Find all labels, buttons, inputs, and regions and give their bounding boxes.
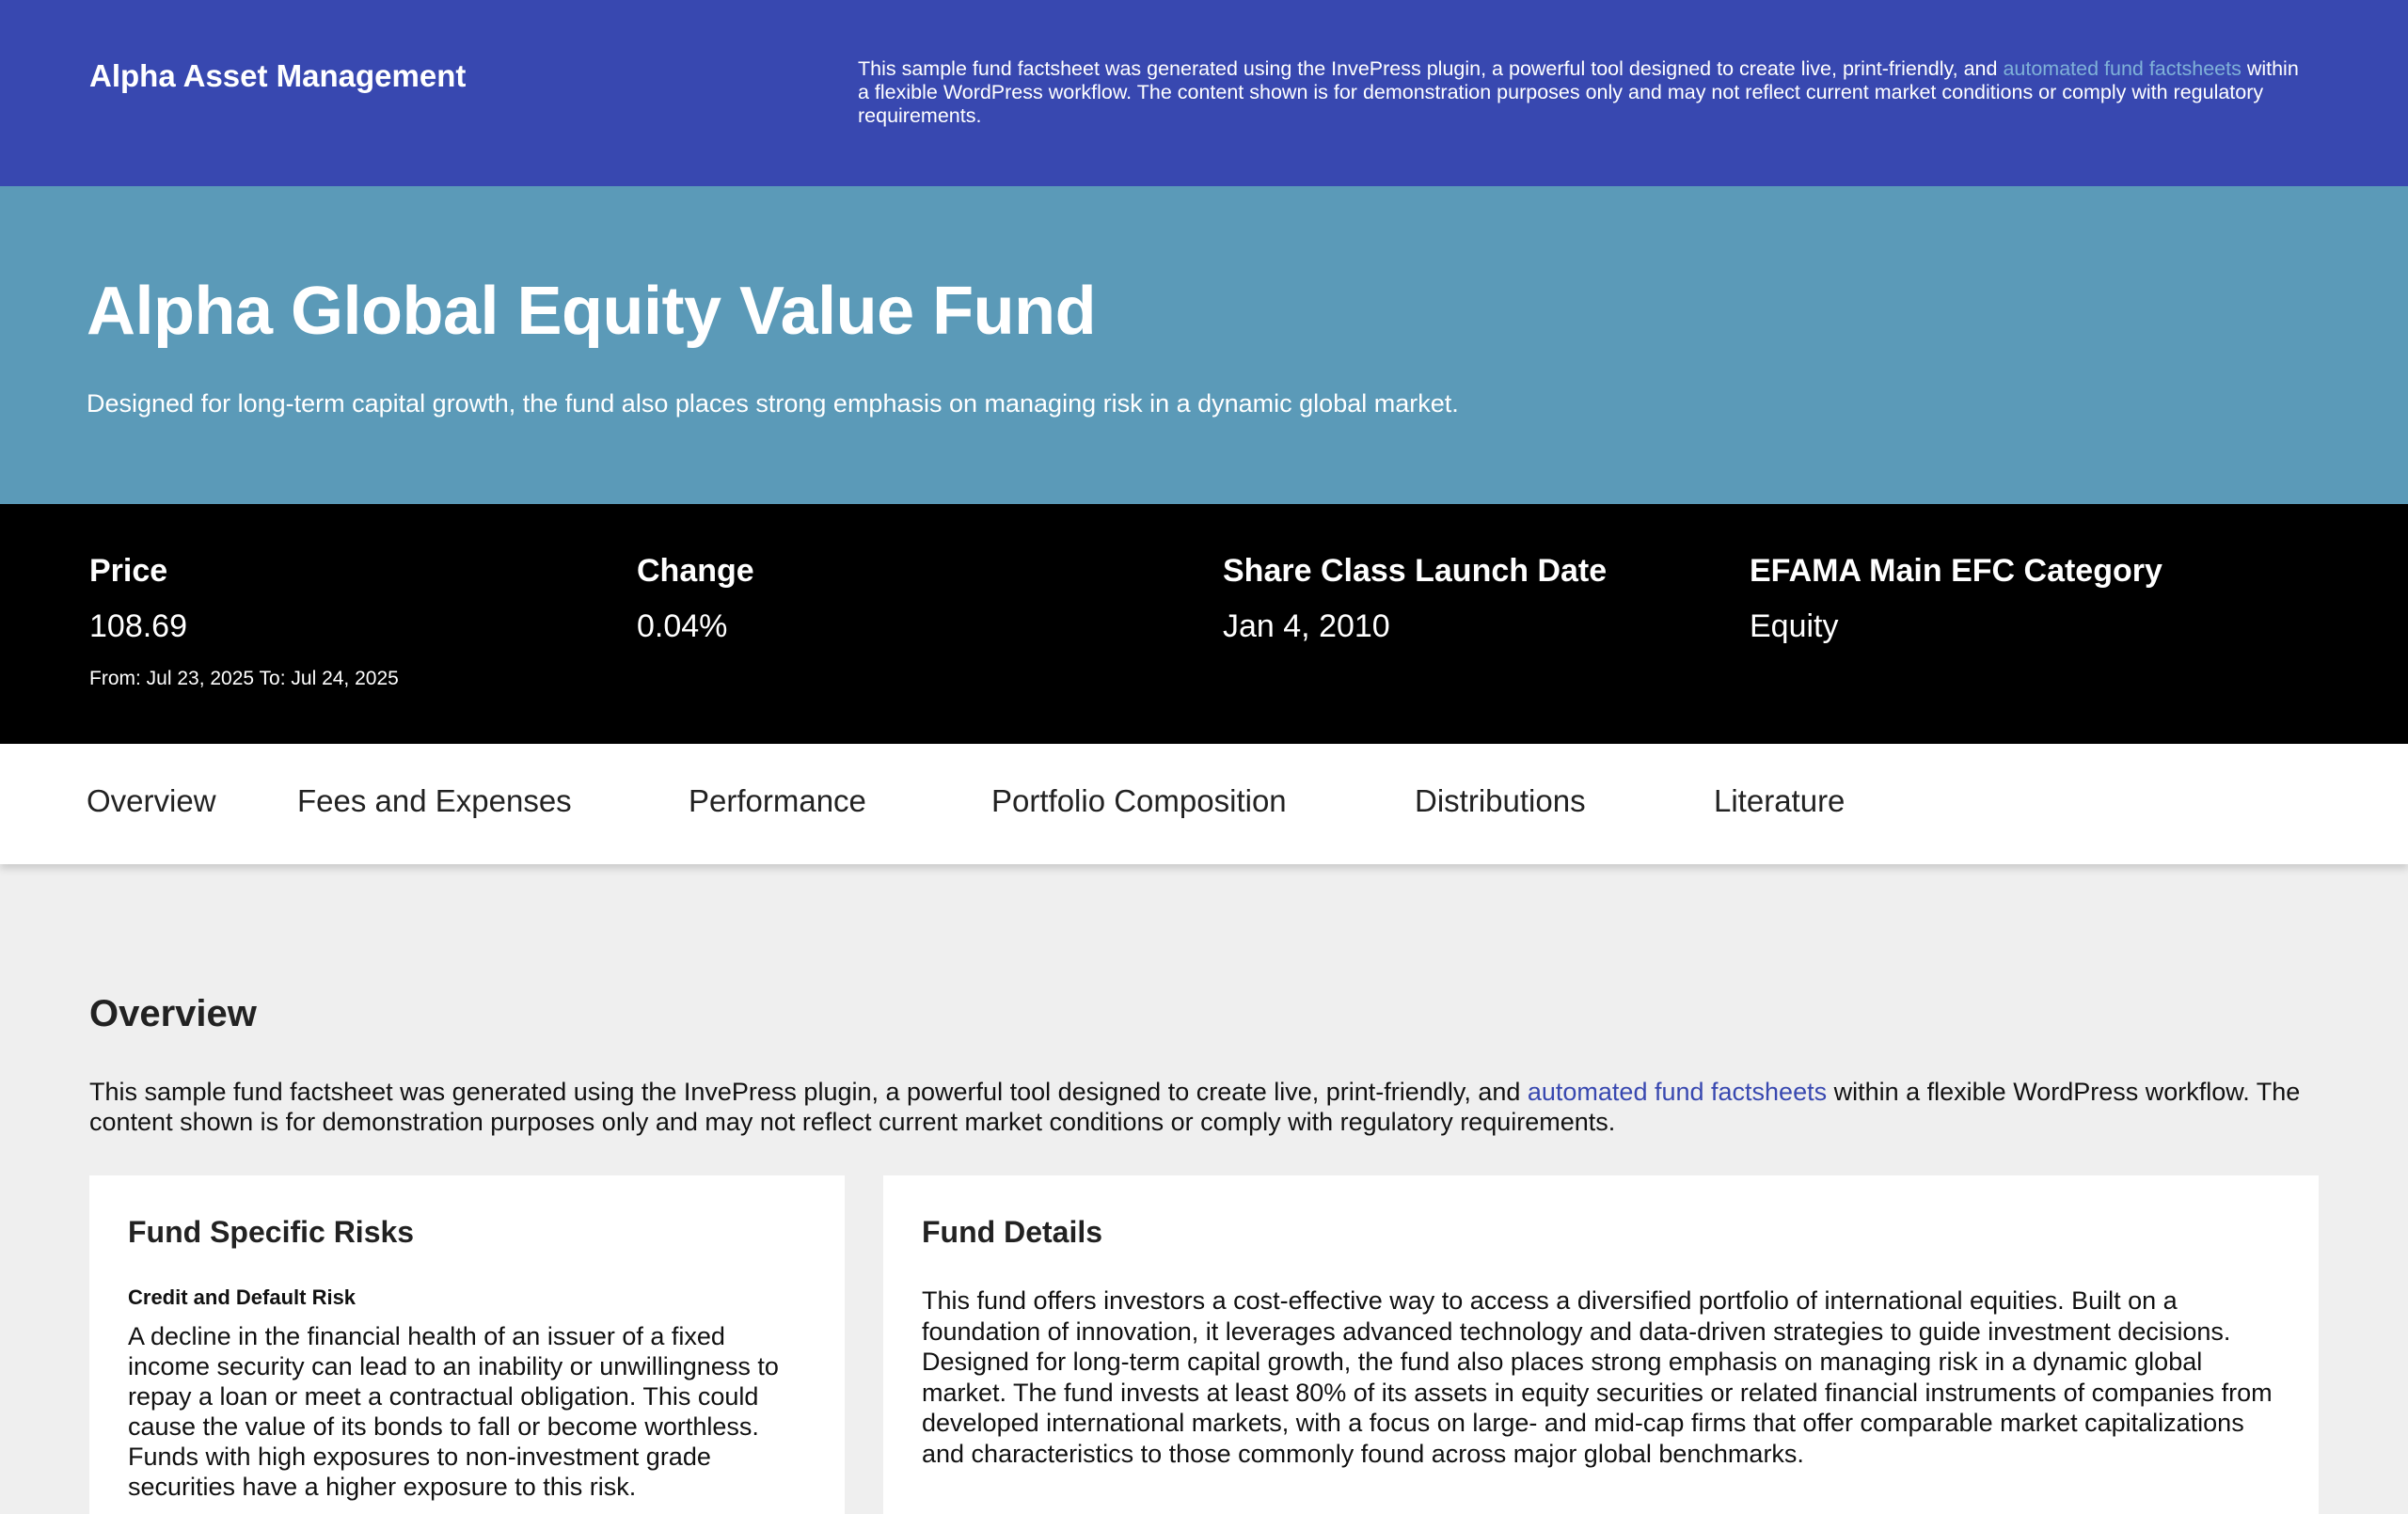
tab-performance[interactable]: Performance: [689, 783, 866, 819]
price-label: Price: [89, 553, 168, 589]
price-date-range: From: Jul 23, 2025 To: Jul 24, 2025: [89, 668, 399, 689]
fund-title: Alpha Global Equity Value Fund: [87, 274, 1097, 349]
tab-fees-and-expenses[interactable]: Fees and Expenses: [297, 783, 572, 819]
change-label: Change: [637, 553, 754, 589]
tab-overview[interactable]: Overview: [87, 783, 216, 819]
category-stat: EFAMA Main EFC Category Equity: [1750, 553, 2162, 645]
overview-text-start: This sample fund factsheet was generated…: [89, 1078, 1528, 1106]
fund-risks-card: Fund Specific Risks Credit and Default R…: [89, 1175, 845, 1514]
change-value: 0.04%: [637, 608, 728, 644]
price-value: 108.69: [89, 608, 187, 644]
brand-name[interactable]: Alpha Asset Management: [89, 58, 466, 94]
fund-details-card: Fund Details This fund offers investors …: [883, 1175, 2319, 1514]
tab-portfolio-composition[interactable]: Portfolio Composition: [991, 783, 1287, 819]
tab-distributions[interactable]: Distributions: [1415, 783, 1586, 819]
launch-date-label: Share Class Launch Date: [1223, 553, 1608, 589]
fund-hero: Alpha Global Equity Value Fund Designed …: [0, 186, 2408, 504]
header-automated-factsheets-link[interactable]: automated fund factsheets: [2003, 57, 2241, 80]
site-header: Alpha Asset Management This sample fund …: [0, 0, 2408, 186]
section-tabs: Overview Fees and Expenses Performance P…: [0, 744, 2408, 864]
credit-risk-text: A decline in the financial health of an …: [128, 1322, 779, 1501]
fund-subtitle: Designed for long-term capital growth, t…: [87, 389, 1459, 418]
credit-risk-heading: Credit and Default Risk: [128, 1285, 356, 1309]
change-stat: Change 0.04%: [637, 553, 754, 645]
fund-stats-bar: Price 108.69 From: Jul 23, 2025 To: Jul …: [0, 504, 2408, 744]
price-stat: Price 108.69 From: Jul 23, 2025 To: Jul …: [89, 553, 399, 690]
launch-date-value: Jan 4, 2010: [1223, 608, 1390, 644]
header-disclaimer: This sample fund factsheet was generated…: [858, 57, 2306, 128]
overview-heading: Overview: [89, 993, 257, 1034]
launch-date-stat: Share Class Launch Date Jan 4, 2010: [1223, 553, 1607, 645]
header-disclaimer-text-start: This sample fund factsheet was generated…: [858, 57, 2004, 80]
overview-automated-factsheets-link[interactable]: automated fund factsheets: [1528, 1078, 1827, 1106]
category-label: EFAMA Main EFC Category: [1750, 553, 2162, 589]
fund-details-heading: Fund Details: [922, 1215, 1103, 1249]
fund-details-text: This fund offers investors a cost-effect…: [922, 1286, 2273, 1468]
overview-text: This sample fund factsheet was generated…: [89, 1077, 2366, 1137]
fund-risks-heading: Fund Specific Risks: [128, 1215, 415, 1249]
category-value: Equity: [1750, 608, 1839, 644]
tab-literature[interactable]: Literature: [1714, 783, 1845, 819]
